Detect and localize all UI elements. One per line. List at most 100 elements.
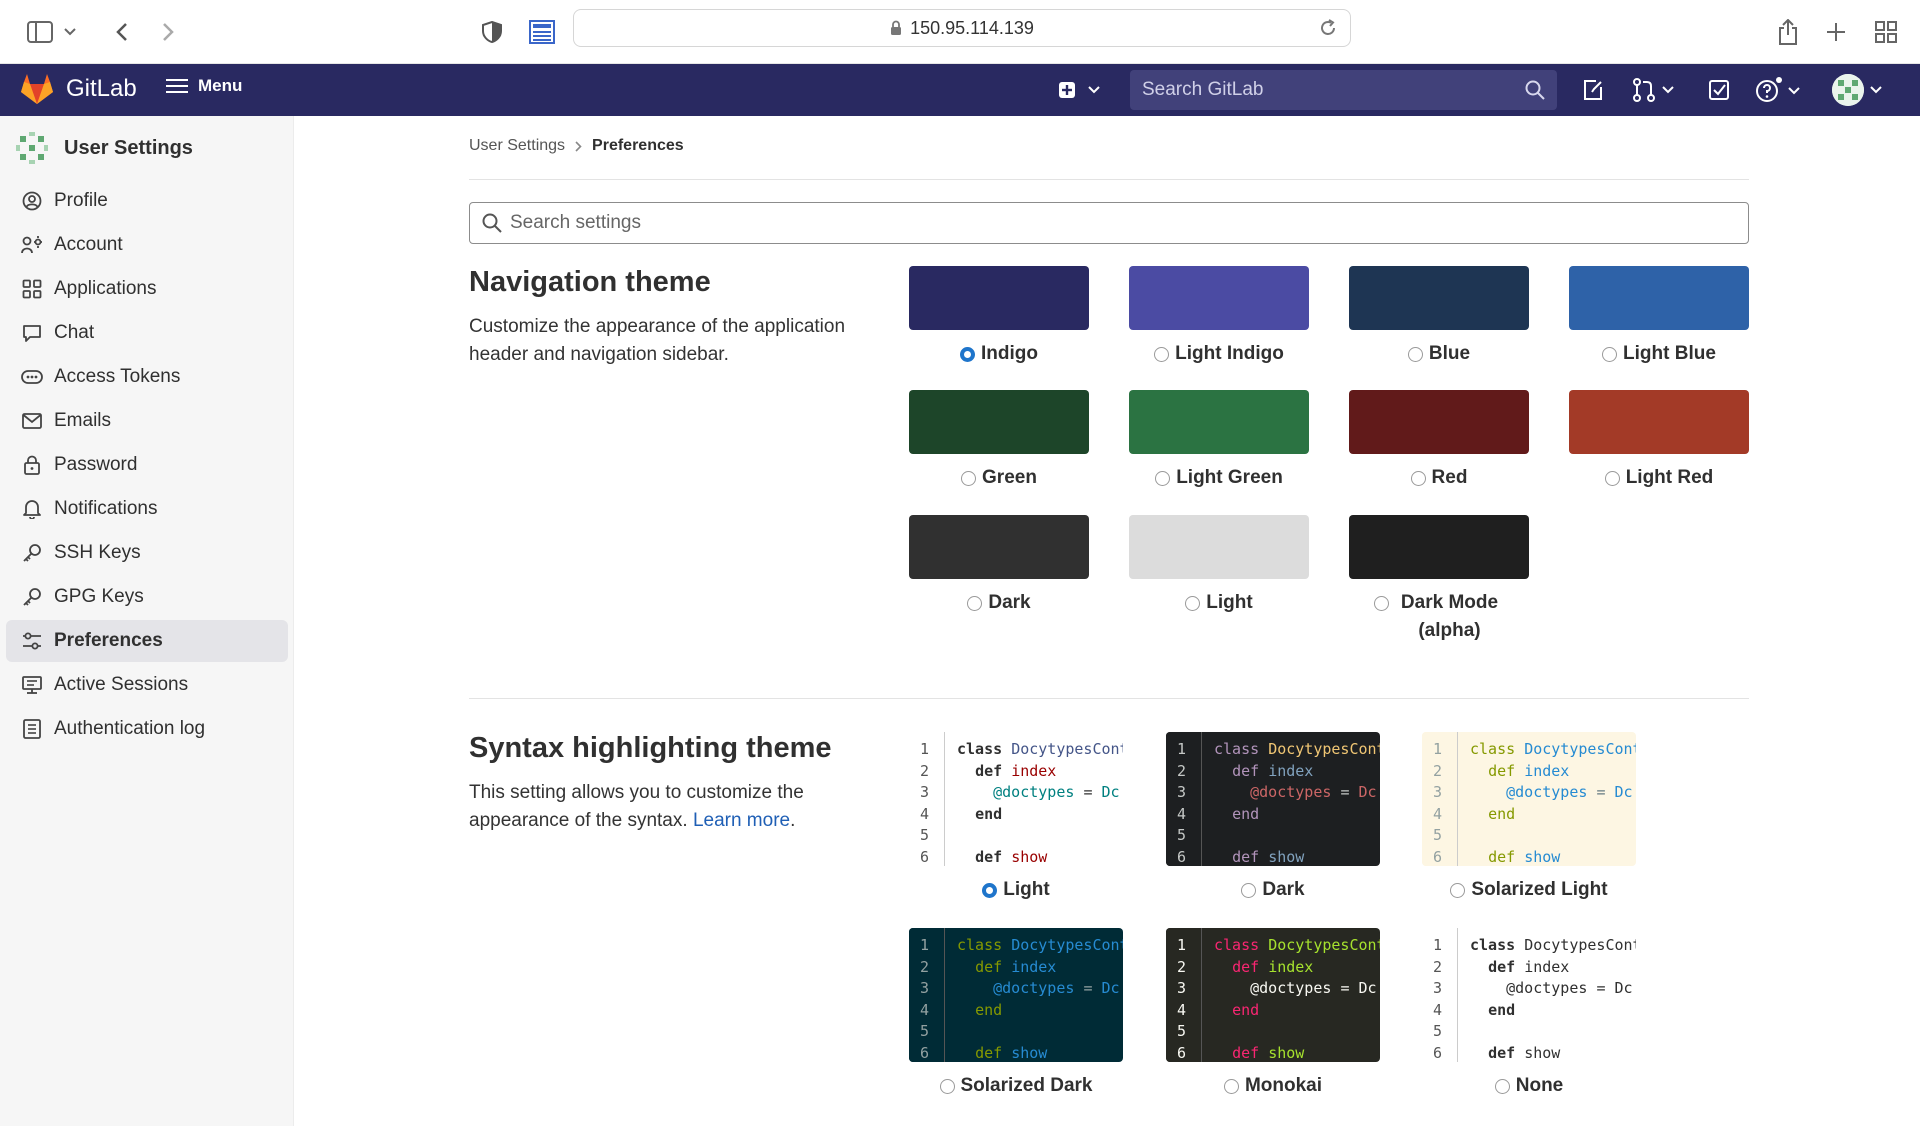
syntax-option-monokai[interactable]: Monokai <box>1146 1072 1400 1100</box>
sidebar-title[interactable]: User Settings <box>12 128 193 168</box>
syntax-option-none[interactable]: None <box>1402 1072 1656 1100</box>
avatar[interactable] <box>1832 74 1864 106</box>
theme-swatch-indigo[interactable] <box>909 266 1089 330</box>
theme-option-light-red[interactable]: Light Red <box>1549 464 1769 492</box>
sidebar-item-account[interactable]: Account <box>6 224 288 266</box>
radio-button[interactable] <box>1373 596 1389 611</box>
theme-swatch-blue[interactable] <box>1349 266 1529 330</box>
settings-search-input[interactable]: Search settings <box>469 202 1749 244</box>
syntax-preview-solarized-light[interactable]: 1 2 3 4 5 6 class DocytypesCont def index @doc… <box>1422 732 1636 866</box>
syntax-option-solarized-dark[interactable]: Solarized Dark <box>889 1072 1143 1100</box>
theme-swatch-light-blue[interactable] <box>1569 266 1749 330</box>
theme-option-label: Light <box>1206 592 1253 613</box>
radio-button[interactable] <box>1154 347 1170 362</box>
chevron-down-icon[interactable] <box>60 14 80 50</box>
theme-option-red[interactable]: Red <box>1329 464 1549 492</box>
menu-button[interactable]: Menu <box>166 76 242 96</box>
learn-more-link[interactable]: Learn more <box>693 810 790 831</box>
radio-button[interactable] <box>960 347 975 362</box>
breadcrumb-current: Preferences <box>592 137 684 154</box>
sidebar-item-access-tokens[interactable]: Access Tokens <box>6 356 288 398</box>
help-icon[interactable] <box>1756 77 1802 103</box>
reload-icon[interactable] <box>1318 18 1338 38</box>
syntax-preview-dark[interactable]: 1 2 3 4 5 6 class DocytypesCont def index @doc… <box>1166 732 1380 866</box>
sidebar-item-profile[interactable]: Profile <box>6 180 288 222</box>
address-bar[interactable]: 150.95.114.139 <box>573 9 1351 47</box>
theme-swatch-dark-mode-alpha[interactable] <box>1349 515 1529 579</box>
theme-option-light-blue[interactable]: Light Blue <box>1549 340 1769 368</box>
new-tab-icon[interactable] <box>1818 14 1854 50</box>
radio-button[interactable] <box>967 596 983 611</box>
syntax-option-dark[interactable]: Dark <box>1146 876 1400 904</box>
create-new-icon[interactable] <box>1058 77 1102 103</box>
line-number: 5 <box>1433 1022 1443 1040</box>
syntax-option-solarized-light[interactable]: Solarized Light <box>1402 876 1656 904</box>
syntax-preview-monokai[interactable]: 1 2 3 4 5 6 class DocytypesCont def index @doc… <box>1166 928 1380 1062</box>
sidebar-toggle-icon[interactable] <box>22 14 58 50</box>
line-number: 1 <box>920 936 930 954</box>
syntax-option-light[interactable]: Light <box>889 876 1143 904</box>
radio-button[interactable] <box>1450 883 1466 898</box>
gitlab-home-link[interactable]: GitLab <box>20 73 137 105</box>
issues-icon[interactable] <box>1582 77 1604 103</box>
theme-swatch-light-indigo[interactable] <box>1129 266 1309 330</box>
code-line: @doctypes = Dc <box>1470 979 1633 997</box>
shield-icon[interactable] <box>474 14 510 50</box>
radio-button[interactable] <box>1410 471 1426 486</box>
sidebar-item-label: Chat <box>54 322 95 343</box>
theme-option-blue[interactable]: Blue <box>1329 340 1549 368</box>
gitlab-search-input[interactable]: Search GitLab <box>1130 70 1557 110</box>
sidebar-item-authentication-log[interactable]: Authentication log <box>6 708 288 750</box>
line-number: 6 <box>920 847 930 866</box>
theme-option-light-green[interactable]: Light Green <box>1109 464 1329 492</box>
todos-icon[interactable] <box>1708 77 1730 103</box>
tab-overview-icon[interactable] <box>1868 14 1904 50</box>
theme-swatch-dark[interactable] <box>909 515 1089 579</box>
theme-swatch-light-green[interactable] <box>1129 390 1309 454</box>
radio-button[interactable] <box>939 1079 955 1094</box>
sidebar-item-chat[interactable]: Chat <box>6 312 288 354</box>
radio-button[interactable] <box>1223 1079 1239 1094</box>
line-number: 2 <box>920 761 930 780</box>
sidebar-item-active-sessions[interactable]: Active Sessions <box>6 664 288 706</box>
radio-button[interactable] <box>1494 1079 1510 1094</box>
line-number: 3 <box>920 979 930 997</box>
chevron-down-icon[interactable] <box>1870 77 1882 103</box>
syntax-preview-solarized-dark[interactable]: 1 2 3 4 5 6 class DocytypesCont def index @doc… <box>909 928 1123 1062</box>
radio-button[interactable] <box>1604 471 1620 486</box>
sidebar-item-password[interactable]: Password <box>6 444 288 486</box>
theme-option-dark[interactable]: Dark <box>889 589 1109 617</box>
syntax-preview-light[interactable]: 1 2 3 4 5 6 class DocytypesCont def index @doc… <box>909 732 1123 866</box>
sidebar-item-label: GPG Keys <box>54 586 144 607</box>
radio-button[interactable] <box>1407 347 1423 362</box>
theme-swatch-green[interactable] <box>909 390 1089 454</box>
sidebar-item-notifications[interactable]: Notifications <box>6 488 288 530</box>
theme-option-green[interactable]: Green <box>889 464 1109 492</box>
merge-requests-icon[interactable] <box>1632 77 1676 103</box>
radio-button[interactable] <box>1602 347 1618 362</box>
forward-icon[interactable] <box>150 14 186 50</box>
theme-option-light[interactable]: Light <box>1109 589 1329 617</box>
sidebar-item-label: SSH Keys <box>54 542 141 563</box>
theme-option-light-indigo[interactable]: Light Indigo <box>1109 340 1329 368</box>
radio-button[interactable] <box>1185 596 1201 611</box>
sidebar-item-preferences[interactable]: Preferences <box>6 620 288 662</box>
reader-icon[interactable] <box>524 14 560 50</box>
sidebar-item-emails[interactable]: Emails <box>6 400 288 442</box>
share-icon[interactable] <box>1770 14 1806 50</box>
radio-button[interactable] <box>961 471 977 486</box>
radio-button[interactable] <box>982 883 998 898</box>
theme-swatch-light-red[interactable] <box>1569 390 1749 454</box>
radio-button[interactable] <box>1155 471 1171 486</box>
breadcrumb-parent[interactable]: User Settings <box>469 137 565 155</box>
theme-option-indigo[interactable]: Indigo <box>889 340 1109 368</box>
theme-option-dark-mode-alpha[interactable]: Dark Mode (alpha) <box>1329 589 1549 645</box>
sidebar-item-ssh-keys[interactable]: SSH Keys <box>6 532 288 574</box>
radio-button[interactable] <box>1241 883 1257 898</box>
syntax-preview-none[interactable]: 1 2 3 4 5 6 class DocytypesCont def index @doc… <box>1422 928 1636 1062</box>
sidebar-item-gpg-keys[interactable]: GPG Keys <box>6 576 288 618</box>
back-icon[interactable] <box>104 14 140 50</box>
theme-swatch-light[interactable] <box>1129 515 1309 579</box>
sidebar-item-applications[interactable]: Applications <box>6 268 288 310</box>
theme-swatch-red[interactable] <box>1349 390 1529 454</box>
